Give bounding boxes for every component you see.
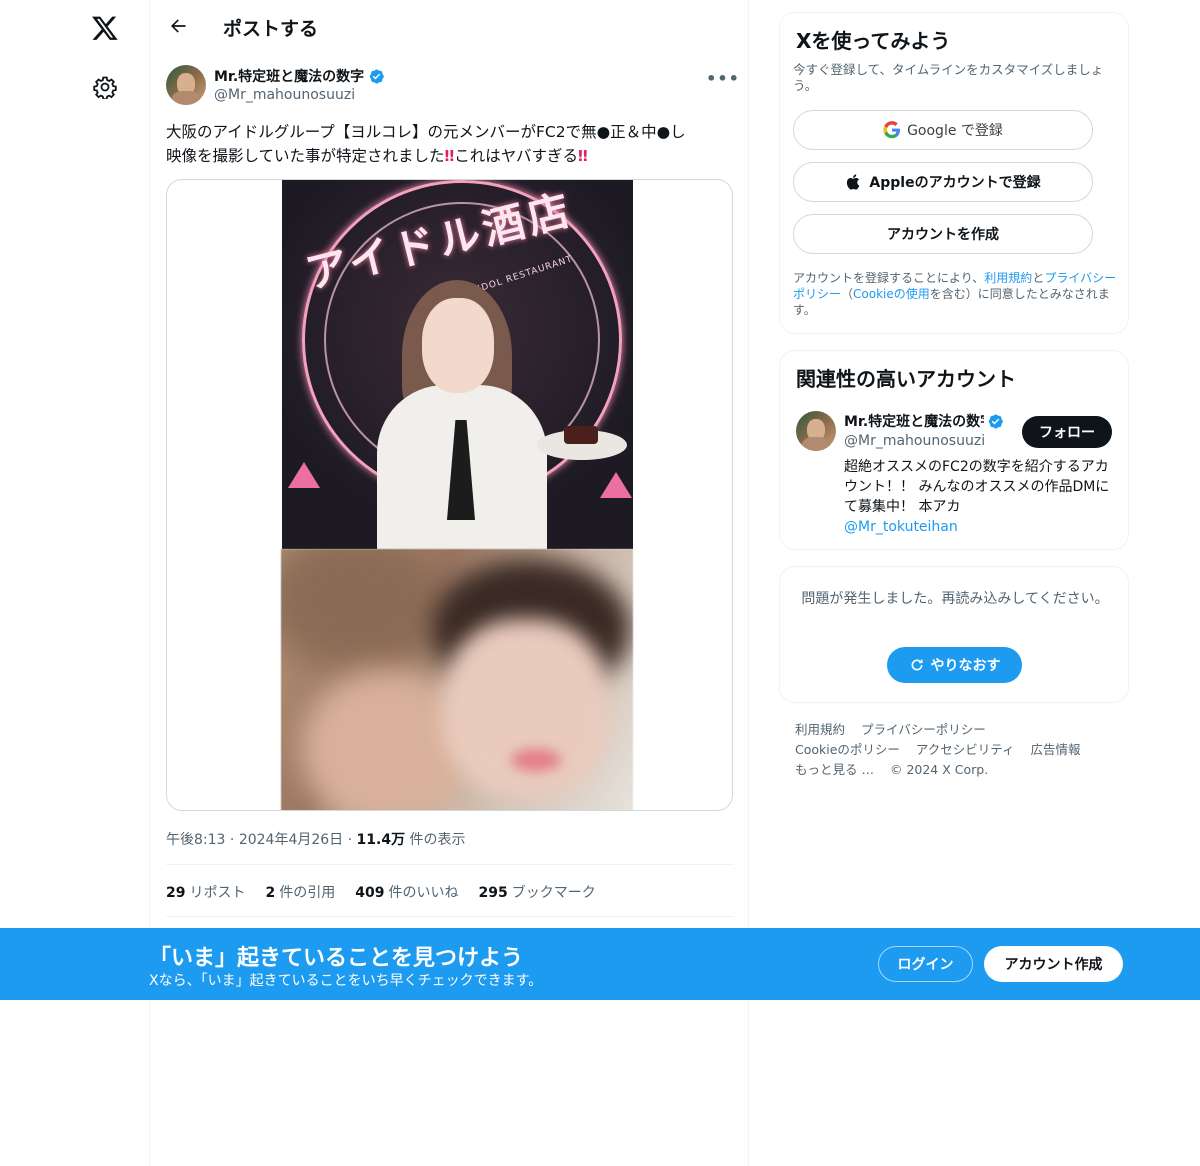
footer-link-accessibility[interactable]: アクセシビリティ (916, 742, 1015, 757)
verified-badge-icon (988, 413, 1003, 429)
post-header: ポストする (150, 0, 750, 53)
post-meta: 午後8:13 · 2024年4月26日 · 11.4万 件の表示 (166, 829, 466, 849)
stat-label: 件のいいね (388, 885, 459, 901)
x-logo-icon[interactable] (87, 10, 123, 46)
stat-label: 件の引用 (279, 885, 336, 901)
post-time[interactable]: 午後8:13 (166, 832, 225, 848)
related-accounts-card: 関連性の高いアカウント Mr.特定班と魔法の数字 @Mr_mahounosuuz… (779, 350, 1129, 550)
login-button[interactable]: ログイン (878, 946, 973, 982)
tweet-text-line1: 大阪のアイドルグループ【ヨルコレ】の元メンバーがFC2で無●正＆中●し (166, 123, 686, 141)
apple-icon (847, 174, 860, 190)
exclamation-emoji: ‼ (444, 147, 455, 165)
tweet-text-line2: 映像を撮影していた事が特定されました‼これはヤバすぎる‼ (166, 144, 736, 168)
blur-shape (511, 749, 561, 771)
neon-triangle (288, 462, 320, 488)
verified-badge-icon (369, 68, 384, 84)
banner-subtitle: Xなら、「いま」起きていることをいち早くチェックできます。 (149, 973, 543, 989)
copyright: © 2024 X Corp. (889, 762, 989, 777)
blur-shape (281, 549, 441, 669)
stat-quotes[interactable]: 2 件の引用 (265, 882, 335, 902)
stat-label: リポスト (189, 885, 246, 901)
google-icon (883, 121, 901, 139)
bio-text: 超絶オススメのFC2の数字を紹介するアカウント！！ みんなのオススメの作品DMに… (844, 459, 1110, 515)
terms-prefix: アカウントを登録することにより、 (793, 271, 985, 285)
tweet-text-line2b: これはヤバすぎる (454, 147, 578, 165)
create-account-button[interactable]: アカウントを作成 (793, 214, 1093, 254)
login-banner: 「いま」起きていることを見つけよう Xなら、「いま」起きていることをいち早くチェ… (0, 928, 1200, 1000)
meta-separator: · (229, 832, 235, 848)
footer-link-ads[interactable]: 広告情報 (1031, 742, 1081, 757)
google-signup-label: Google で登録 (907, 123, 1003, 139)
views-count: 11.4万 (356, 832, 406, 848)
apple-signup-label: Appleのアカウントで登録 (869, 175, 1041, 191)
apple-signup-button[interactable]: Appleのアカウントで登録 (793, 162, 1093, 202)
stat-bookmarks[interactable]: 295 ブックマーク (478, 882, 595, 902)
stat-likes[interactable]: 409 件のいいね (355, 882, 458, 902)
footer-link-terms[interactable]: 利用規約 (795, 722, 845, 737)
terms-text: アカウントを登録することにより、利用規約とプライバシーポリシー（Cookieの使… (793, 270, 1123, 318)
divider (166, 864, 734, 865)
exclamation-emoji: ‼ (577, 147, 588, 165)
footer-link-cookie[interactable]: Cookieのポリシー (795, 742, 900, 757)
bio-mention-link[interactable]: @Mr_tokuteihan (844, 519, 958, 535)
footer-links: 利用規約 プライバシーポリシー Cookieのポリシー アクセシビリティ 広告情… (795, 720, 1115, 780)
views-label: 件の表示 (409, 832, 466, 848)
more-options-icon[interactable]: ••• (706, 65, 739, 91)
post-media[interactable]: アイドル酒店 JAPANESE IDOL RESTAURANT (166, 179, 733, 811)
page-title: ポストする (223, 18, 319, 40)
related-account-name-text: Mr.特定班と魔法の数字 (844, 414, 984, 430)
gear-icon[interactable] (90, 72, 120, 102)
author-name-text: Mr.特定班と魔法の数字 (214, 69, 365, 85)
post-author: Mr.特定班と魔法の数字 @Mr_mahounosuuzi ••• (166, 63, 739, 107)
tweet-text-line2a: 映像を撮影していた事が特定されました (166, 147, 445, 165)
google-signup-button[interactable]: Google で登録 (793, 110, 1093, 150)
stat-count: 2 (265, 885, 276, 901)
post-stats: 29 リポスト 2 件の引用 409 件のいいね 295 ブックマーク (166, 882, 596, 902)
stat-count: 29 (166, 885, 186, 901)
footer-link-privacy[interactable]: プライバシーポリシー (861, 722, 986, 737)
post-photo-top[interactable]: アイドル酒店 JAPANESE IDOL RESTAURANT (282, 180, 633, 549)
related-account-bio: 超絶オススメのFC2の数字を紹介するアカウント！！ みんなのオススメの作品DMに… (844, 457, 1116, 537)
signup-card: Xを使ってみよう 今すぐ登録して、タイムラインをカスタマイズしましょう。 Goo… (779, 12, 1129, 334)
avatar[interactable] (166, 65, 206, 105)
terms-link[interactable]: 利用規約 (984, 271, 1032, 285)
signup-subtitle: 今すぐ登録して、タイムラインをカスタマイズしましょう。 (793, 62, 1104, 93)
divider (166, 916, 734, 917)
related-account-name[interactable]: Mr.特定班と魔法の数字 (844, 411, 1004, 431)
tweet-text: 大阪のアイドルグループ【ヨルコレ】の元メンバーがFC2で無●正＆中●し 映像を撮… (166, 120, 736, 168)
signup-button[interactable]: アカウント作成 (984, 946, 1123, 982)
related-title: 関連性の高いアカウント (796, 367, 1016, 391)
avatar[interactable] (796, 411, 836, 451)
meta-separator: · (347, 832, 353, 848)
back-arrow-icon[interactable] (164, 12, 192, 40)
post-photo-bottom[interactable] (281, 549, 633, 810)
author-name[interactable]: Mr.特定班と魔法の数字 (214, 66, 385, 86)
terms-paren: （ (841, 287, 854, 301)
cake (564, 426, 598, 444)
banner-title: 「いま」起きていることを見つけよう (149, 946, 524, 971)
retry-label: やりなおす (930, 658, 1001, 674)
stat-count: 295 (478, 885, 508, 901)
cookie-link[interactable]: Cookieの使用 (853, 287, 930, 301)
stat-reposts[interactable]: 29 リポスト (166, 882, 245, 902)
error-message: 問題が発生しました。再読み込みしてください。 (801, 591, 1109, 607)
post-date[interactable]: 2024年4月26日 (239, 832, 343, 848)
stat-label: ブックマーク (511, 885, 596, 901)
footer-link-more[interactable]: もっと見る … (795, 762, 874, 777)
stat-count: 409 (355, 885, 385, 901)
terms-and: と (1032, 271, 1045, 285)
author-handle[interactable]: @Mr_mahounosuuzi (214, 87, 355, 103)
retry-button[interactable]: やりなおす (887, 647, 1022, 683)
person-face (422, 298, 494, 393)
signup-title: Xを使ってみよう (796, 29, 951, 53)
error-card: 問題が発生しました。再読み込みしてください。 やりなおす (779, 566, 1129, 703)
neon-triangle (600, 472, 632, 498)
follow-button[interactable]: フォロー (1022, 416, 1112, 448)
blur-shape (441, 619, 611, 799)
refresh-icon (911, 659, 922, 671)
related-account-handle[interactable]: @Mr_mahounosuuzi (844, 433, 985, 449)
